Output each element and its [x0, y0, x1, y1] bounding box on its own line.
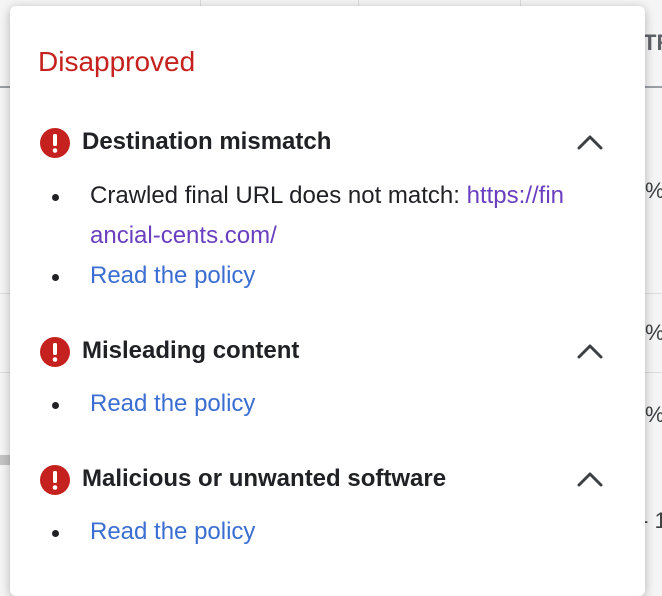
bullet: [52, 194, 59, 201]
table-cell-fragment: %: [645, 320, 662, 346]
chevron-up-icon[interactable]: [576, 468, 604, 490]
issue-title: Destination mismatch: [82, 128, 332, 155]
issue-header[interactable]: Malicious or unwanted software: [10, 462, 645, 496]
chevron-up-icon[interactable]: [576, 340, 604, 362]
issue-header[interactable]: Misleading content: [10, 334, 645, 368]
bullet: [52, 402, 59, 409]
table-cell-fragment: %: [645, 402, 662, 428]
error-icon: [40, 337, 70, 367]
read-policy-link[interactable]: Read the policy: [90, 262, 255, 290]
issue-title: Malicious or unwanted software: [82, 465, 447, 492]
error-icon: [40, 465, 70, 495]
read-policy-link[interactable]: Read the policy: [90, 518, 255, 546]
issue-detail: Crawled final URL does not match: https:…: [90, 182, 564, 210]
column-header-fragment[interactable]: TR: [643, 30, 662, 56]
bullet: [52, 274, 59, 281]
disapproval-details-popup: Disapproved Destination mismatch Crawled…: [10, 6, 645, 596]
error-icon: [40, 128, 70, 158]
issue-header[interactable]: Destination mismatch: [10, 125, 645, 159]
status-title: Disapproved: [38, 46, 196, 77]
read-policy-link[interactable]: Read the policy: [90, 390, 255, 418]
table-cell-fragment: %: [645, 178, 662, 204]
final-url-link[interactable]: https://fin: [467, 182, 564, 209]
chevron-up-icon[interactable]: [576, 131, 604, 153]
detail-text: Crawled final URL does not match:: [90, 182, 467, 209]
final-url-link-continued[interactable]: ancial-cents.com/: [90, 222, 277, 250]
issue-title: Misleading content: [82, 337, 300, 364]
bullet: [52, 530, 59, 537]
